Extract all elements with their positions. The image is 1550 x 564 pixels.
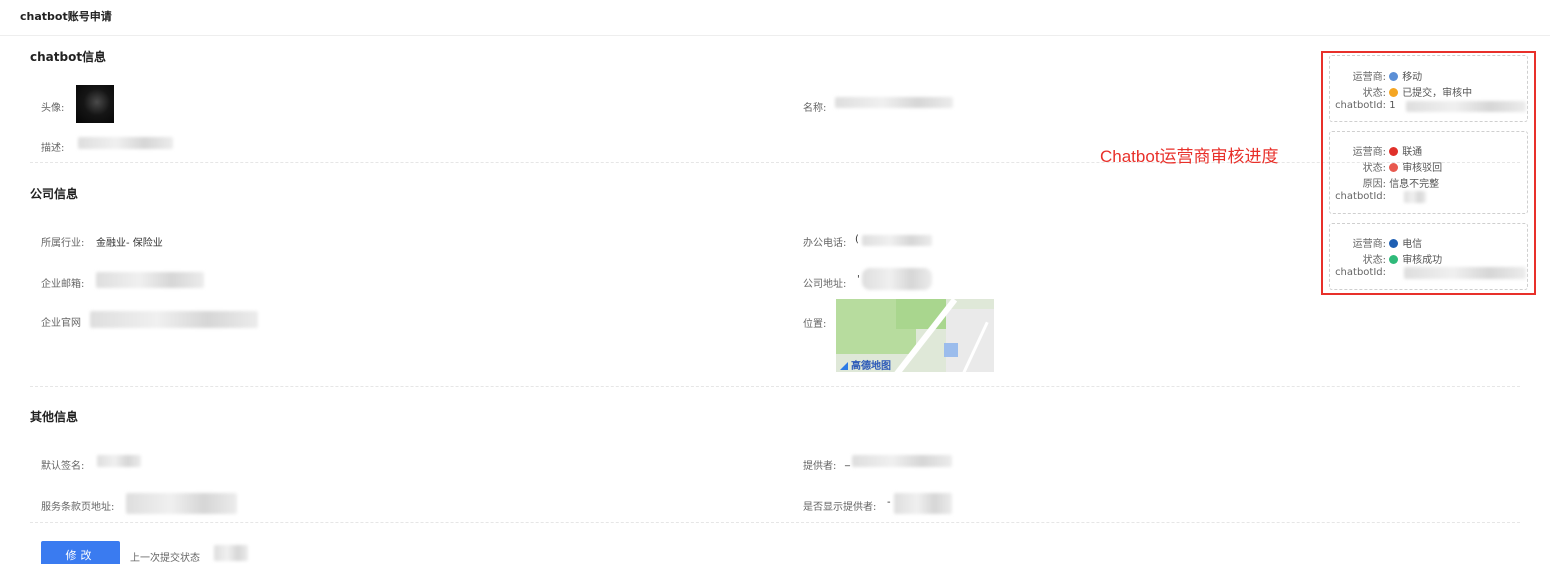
- chatbot-id-redacted: [1404, 267, 1526, 279]
- pending-icon: [1389, 88, 1399, 97]
- status-label: 状态:: [1362, 255, 1386, 266]
- email-label: 企业邮箱:: [41, 279, 85, 290]
- carrier-value: 移动: [1402, 72, 1423, 83]
- phone-value-prefix: (: [855, 234, 859, 245]
- show-provider-value-redacted: [894, 493, 952, 514]
- website-label: 企业官网: [41, 318, 81, 329]
- email-value-redacted: [96, 272, 204, 288]
- status-row: 状态: 审核成功: [1330, 251, 1442, 266]
- phone-value-redacted: [862, 235, 932, 246]
- other-info-title: 其他信息: [30, 410, 79, 424]
- terms-url-value-redacted: [126, 493, 237, 514]
- chatbot-id-redacted: [1404, 191, 1426, 203]
- chatbot-id-label: chatbotId:: [1335, 267, 1386, 278]
- status-row: 状态: 审核驳回: [1330, 159, 1442, 174]
- china-unicom-icon: [1389, 147, 1399, 156]
- industry-value: 金融业- 保险业: [96, 238, 163, 249]
- divider: [30, 162, 1520, 163]
- chatbot-id-redacted: [1406, 101, 1526, 112]
- divider: [30, 522, 1520, 523]
- carrier-row: 运营商: 联通: [1330, 143, 1422, 158]
- location-map[interactable]: 高德地图: [836, 299, 994, 372]
- phone-label: 办公电话:: [803, 238, 847, 249]
- carrier-row: 运营商: 移动: [1330, 68, 1422, 83]
- address-value-redacted: [862, 268, 932, 290]
- china-mobile-icon: [1389, 72, 1399, 81]
- provider-value-prefix: _: [845, 456, 850, 467]
- signature-label: 默认签名:: [41, 461, 85, 472]
- industry-label: 所属行业:: [41, 238, 85, 249]
- previous-status-redacted: [214, 545, 248, 561]
- provider-value-redacted: [852, 455, 952, 467]
- reason-label: 原因:: [1362, 179, 1386, 190]
- name-label: 名称:: [803, 103, 827, 114]
- chatbot-id-label: chatbotId:: [1335, 191, 1386, 202]
- page-header: chatbot账号申请: [0, 0, 1550, 36]
- chatbot-id-prefix: 1: [1389, 100, 1396, 111]
- operator-card-mobile: 运营商: 移动 状态: 已提交，审核中 chatbotId: 1: [1329, 55, 1528, 122]
- desc-label: 描述:: [41, 143, 65, 154]
- carrier-label: 运营商:: [1352, 147, 1386, 158]
- edit-button[interactable]: 修改: [41, 541, 120, 564]
- operator-card-unicom: 运营商: 联通 状态: 审核驳回 原因: 信息不完整 chatbotId:: [1329, 131, 1528, 214]
- terms-url-label: 服务条款页地址:: [41, 502, 115, 513]
- signature-value-redacted: [97, 455, 141, 467]
- company-info-title: 公司信息: [30, 187, 79, 201]
- success-icon: [1389, 255, 1399, 264]
- avatar-label: 头像:: [41, 103, 65, 114]
- chatbot-id-row: chatbotId:: [1330, 267, 1386, 278]
- carrier-row: 运营商: 电信: [1330, 235, 1422, 250]
- provider-label: 提供者:: [803, 461, 837, 472]
- carrier-value: 电信: [1402, 239, 1423, 250]
- page-title: chatbot账号申请: [20, 10, 112, 23]
- reason-value: 信息不完整: [1389, 179, 1440, 190]
- status-value: 审核成功: [1402, 255, 1443, 266]
- map-building: [944, 343, 958, 357]
- china-telecom-icon: [1389, 239, 1399, 248]
- status-value: 审核驳回: [1402, 163, 1443, 174]
- carrier-value: 联通: [1402, 147, 1423, 158]
- avatar: [76, 85, 114, 123]
- operator-status-panel: 运营商: 移动 状态: 已提交，审核中 chatbotId: 1 运营商: 联通…: [1321, 51, 1536, 295]
- status-value: 已提交，审核中: [1402, 88, 1473, 99]
- divider: [30, 386, 1520, 387]
- chatbot-id-row: chatbotId:: [1330, 191, 1386, 202]
- rejected-icon: [1389, 163, 1399, 172]
- name-value-redacted: [835, 97, 953, 108]
- show-provider-value-prefix: -: [887, 497, 891, 508]
- operator-card-telecom: 运营商: 电信 状态: 审核成功 chatbotId:: [1329, 223, 1528, 290]
- show-provider-label: 是否显示提供者:: [803, 502, 877, 513]
- previous-status-label: 上一次提交状态: [130, 553, 200, 564]
- chatbot-info-title: chatbot信息: [30, 50, 107, 64]
- review-progress-annotation: Chatbot运营商审核进度: [1100, 147, 1279, 166]
- status-row: 状态: 已提交，审核中: [1330, 84, 1472, 99]
- reason-row: 原因: 信息不完整: [1330, 175, 1440, 190]
- chatbot-id-row: chatbotId: 1: [1330, 100, 1396, 111]
- desc-value-redacted: [78, 137, 173, 149]
- address-value-prefix: ': [857, 274, 860, 285]
- status-label: 状态:: [1362, 163, 1386, 174]
- address-label: 公司地址:: [803, 279, 847, 290]
- carrier-label: 运营商:: [1352, 72, 1386, 83]
- website-value-redacted: [90, 311, 258, 328]
- chatbot-id-label: chatbotId:: [1335, 100, 1386, 111]
- status-label: 状态:: [1362, 88, 1386, 99]
- carrier-label: 运营商:: [1352, 239, 1386, 250]
- map-logo: 高德地图: [840, 357, 891, 372]
- location-label: 位置:: [803, 319, 827, 330]
